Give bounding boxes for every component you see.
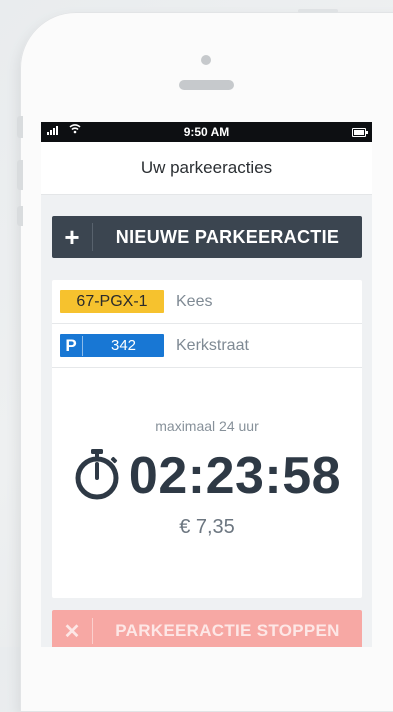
parking-icon: P — [60, 335, 83, 356]
license-plate-badge: 67-PGX-1 — [60, 290, 164, 313]
timer-area: maximaal 24 uur 02:23:58 € 7,35 — [52, 368, 362, 598]
plus-icon: + — [64, 222, 80, 252]
speaker-grille — [179, 80, 234, 90]
vehicle-row: 67-PGX-1 Kees — [52, 280, 362, 324]
nav-bar: Uw parkeeracties — [41, 142, 372, 195]
app-screen: 9:50 AM Uw parkeeracties + NIEUWE PARKEE… — [41, 122, 372, 647]
stop-parking-action-label: PARKEERACTIE STOPPEN — [115, 621, 340, 640]
elapsed-timer: 02:23:58 — [52, 446, 362, 506]
max-duration-text: maximaal 24 uur — [155, 418, 259, 434]
zone-number: 342 — [110, 337, 137, 354]
parking-price: € 7,35 — [179, 516, 235, 538]
page-title: Uw parkeeracties — [140, 158, 273, 177]
parking-zone-badge: P 342 — [60, 334, 164, 357]
vehicle-owner: Kees — [176, 292, 213, 310]
stopwatch-icon — [73, 448, 121, 505]
status-bar: 9:50 AM — [41, 122, 372, 142]
close-icon: ✕ — [63, 620, 81, 643]
phone-top-ridge — [298, 9, 338, 13]
volume-down-button — [17, 206, 23, 226]
stop-parking-action-button[interactable]: ✕ PARKEERACTIE STOPPEN — [52, 610, 362, 647]
mute-switch — [17, 116, 23, 138]
new-parking-action-button[interactable]: + NIEUWE PARKEERACTIE — [52, 216, 362, 258]
timer-digits: 02:23:58 — [128, 447, 342, 505]
battery-icon — [352, 128, 368, 137]
status-time: 9:50 AM — [183, 125, 230, 139]
volume-up-button — [17, 160, 23, 190]
street-name: Kerkstraat — [176, 336, 249, 354]
zone-row: P 342 Kerkstraat — [52, 324, 362, 368]
new-parking-action-label: NIEUWE PARKEERACTIE — [115, 226, 340, 247]
front-camera — [201, 55, 211, 65]
parking-action-card[interactable]: 67-PGX-1 Kees P 342 Kerkstraat maximaal … — [52, 280, 362, 598]
